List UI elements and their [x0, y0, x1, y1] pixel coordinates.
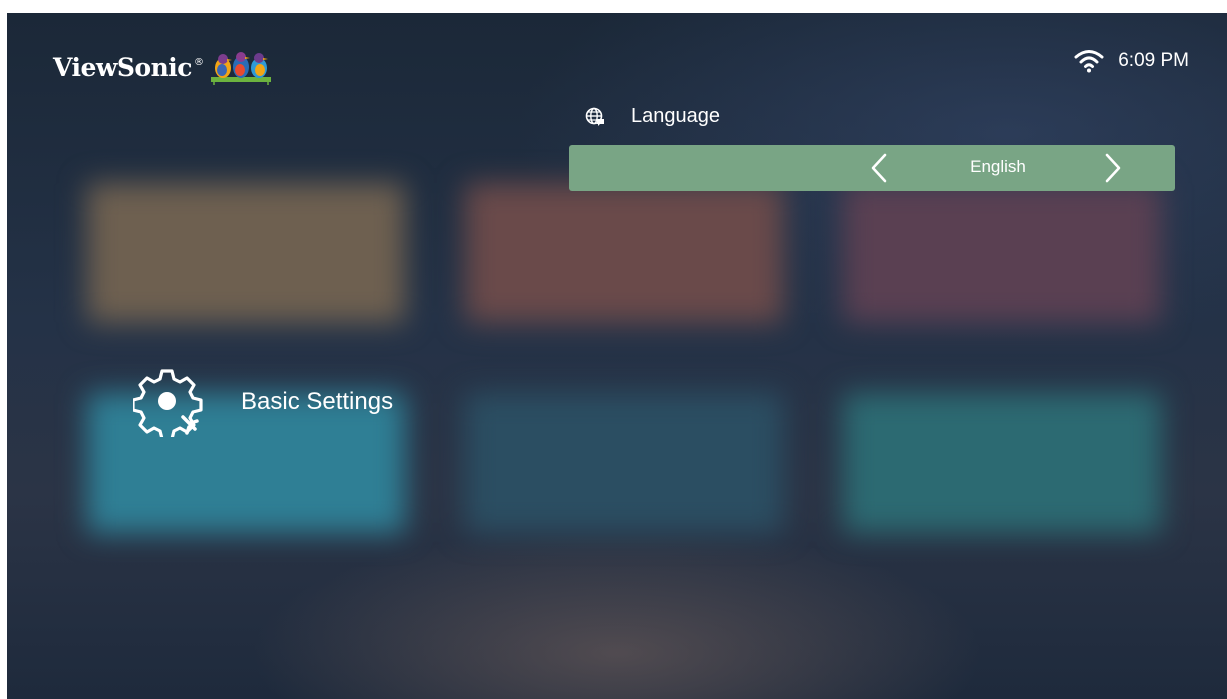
chevron-right-icon[interactable] [1097, 151, 1127, 185]
brand-name: ViewSonic [53, 52, 193, 82]
brand-logo: ViewSonic ® [53, 47, 272, 87]
basic-settings-category[interactable]: Basic Settings [133, 367, 393, 437]
globe-icon [585, 107, 604, 126]
status-bar: 6:09 PM [1074, 49, 1189, 73]
clock-time: 6:09 PM [1118, 50, 1189, 71]
background-tile [465, 183, 783, 323]
projector-screen: ViewSonic ® 6:09 PM Language English Bas… [7, 13, 1227, 699]
background-tile [465, 393, 783, 533]
language-label: Language [631, 105, 720, 127]
basic-settings-label: Basic Settings [241, 388, 394, 415]
background-tile [87, 183, 405, 323]
gear-icon [133, 369, 203, 437]
three-birds-logo-icon [211, 52, 272, 85]
language-selector[interactable]: English [569, 145, 1175, 191]
language-setting-header: Language [585, 105, 720, 128]
chevron-left-icon[interactable] [865, 151, 895, 185]
wifi-icon [1074, 50, 1104, 73]
background-tile [843, 393, 1161, 533]
registered-mark: ® [194, 56, 205, 68]
language-value: English [970, 157, 1026, 176]
background-tile [843, 183, 1161, 323]
